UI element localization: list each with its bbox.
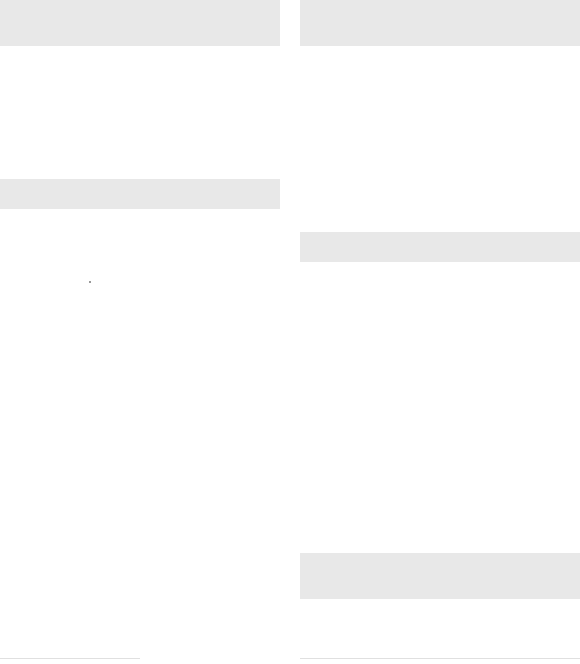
indicator-dot bbox=[89, 281, 91, 283]
divider-right-bottom bbox=[300, 658, 580, 659]
skeleton-block-right-top bbox=[300, 0, 580, 46]
skeleton-block-right-mid bbox=[300, 232, 580, 262]
skeleton-block-left-top bbox=[0, 0, 280, 46]
skeleton-block-left-mid bbox=[0, 179, 280, 209]
divider-left-bottom bbox=[0, 658, 140, 659]
skeleton-block-right-lower bbox=[300, 553, 580, 599]
